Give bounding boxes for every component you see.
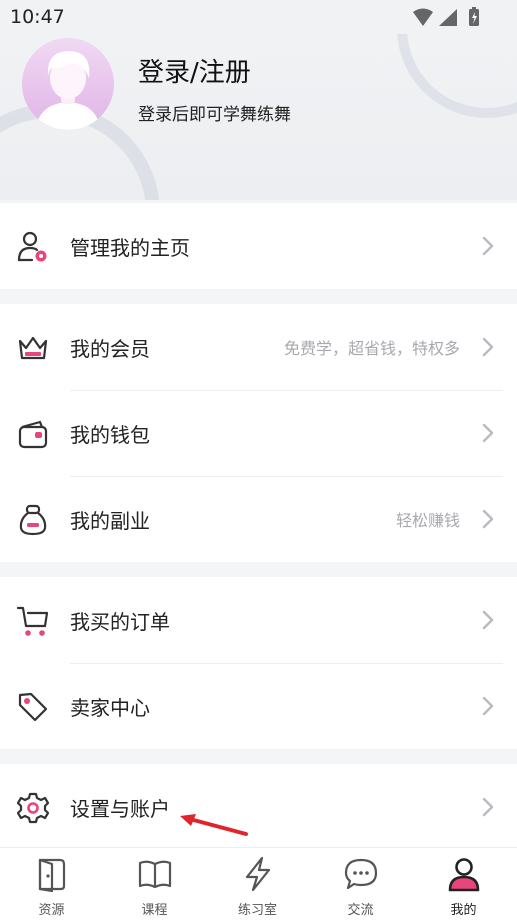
header-decoration-ring-top bbox=[397, 34, 517, 118]
shopping-cart-icon bbox=[16, 606, 49, 636]
default-avatar-icon bbox=[36, 51, 100, 130]
bottom-tab-bar: 资源 课程 练习室 交流 我的 bbox=[0, 847, 517, 924]
annotation-arrow bbox=[180, 814, 248, 836]
login-register-link[interactable]: 登录/注册 bbox=[138, 52, 251, 89]
tab-courses[interactable]: 课程 bbox=[103, 848, 206, 924]
tab-label: 练习室 bbox=[237, 903, 277, 918]
gear-icon bbox=[16, 792, 50, 824]
tab-community[interactable]: 交流 bbox=[309, 848, 412, 924]
tab-label: 我的 bbox=[450, 903, 477, 918]
login-hint-text: 登录后即可学舞练舞 bbox=[138, 105, 291, 125]
menu-group-homepage: 管理我的主页 bbox=[0, 203, 517, 289]
person-icon bbox=[448, 858, 480, 892]
lightning-icon bbox=[245, 856, 271, 892]
menu-item-wallet[interactable]: 我的钱包 bbox=[0, 390, 517, 476]
menu-item-label: 我的钱包 bbox=[70, 422, 150, 447]
menu-item-label: 我买的订单 bbox=[70, 609, 170, 634]
status-time: 10:47 bbox=[10, 6, 65, 28]
tab-practice-room[interactable]: 练习室 bbox=[206, 848, 309, 924]
chevron-right-icon bbox=[482, 236, 494, 256]
wallet-icon bbox=[18, 420, 48, 449]
chevron-right-icon bbox=[482, 337, 494, 357]
menu-item-side-business[interactable]: 我的副业 轻松赚钱 bbox=[0, 476, 517, 562]
menu-item-my-orders[interactable]: 我买的订单 bbox=[0, 577, 517, 663]
chevron-right-icon bbox=[482, 696, 494, 716]
profile-header: 登录/注册 登录后即可学舞练舞 bbox=[0, 34, 517, 200]
user-gear-icon bbox=[17, 231, 47, 262]
chevron-right-icon bbox=[482, 610, 494, 630]
tab-label: 交流 bbox=[347, 903, 374, 918]
menu-item-label: 设置与账户 bbox=[70, 796, 170, 821]
chevron-right-icon bbox=[482, 423, 494, 443]
chat-bubble-icon bbox=[344, 858, 378, 890]
menu-item-settings-account[interactable]: 设置与账户 bbox=[0, 764, 517, 850]
avatar[interactable] bbox=[22, 38, 114, 130]
menu-item-label: 我的会员 bbox=[70, 336, 150, 361]
menu-item-hint: 轻松赚钱 bbox=[395, 511, 460, 530]
menu-item-membership[interactable]: 我的会员 免费学，超省钱，特权多 bbox=[0, 304, 517, 390]
menu-item-seller-center[interactable]: 卖家中心 bbox=[0, 663, 517, 749]
menu-item-label: 我的副业 bbox=[70, 508, 150, 533]
tab-label: 课程 bbox=[141, 903, 168, 918]
status-bar: 10:47 bbox=[0, 0, 517, 34]
crown-icon bbox=[18, 336, 48, 360]
menu-group-orders: 我买的订单 卖家中心 bbox=[0, 577, 517, 749]
tab-mine[interactable]: 我的 bbox=[412, 848, 515, 924]
menu-group-membership: 我的会员 免费学，超省钱，特权多 我的钱包 我的副业 轻松赚钱 bbox=[0, 304, 517, 562]
book-door-icon bbox=[38, 858, 66, 892]
tag-icon bbox=[18, 692, 48, 722]
signal-icon bbox=[439, 9, 457, 26]
menu-item-label: 管理我的主页 bbox=[70, 235, 190, 260]
open-book-icon bbox=[138, 860, 172, 889]
tab-resources[interactable]: 资源 bbox=[0, 848, 103, 924]
tab-label: 资源 bbox=[38, 903, 65, 918]
menu-item-manage-homepage[interactable]: 管理我的主页 bbox=[0, 203, 517, 289]
status-icons bbox=[413, 7, 479, 26]
menu-item-hint: 免费学，超省钱，特权多 bbox=[283, 339, 460, 358]
wifi-icon bbox=[413, 8, 433, 26]
money-bag-icon bbox=[19, 504, 47, 536]
chevron-right-icon bbox=[482, 797, 494, 817]
menu-group-settings: 设置与账户 bbox=[0, 764, 517, 850]
chevron-right-icon bbox=[482, 509, 494, 529]
menu-item-label: 卖家中心 bbox=[70, 695, 150, 720]
